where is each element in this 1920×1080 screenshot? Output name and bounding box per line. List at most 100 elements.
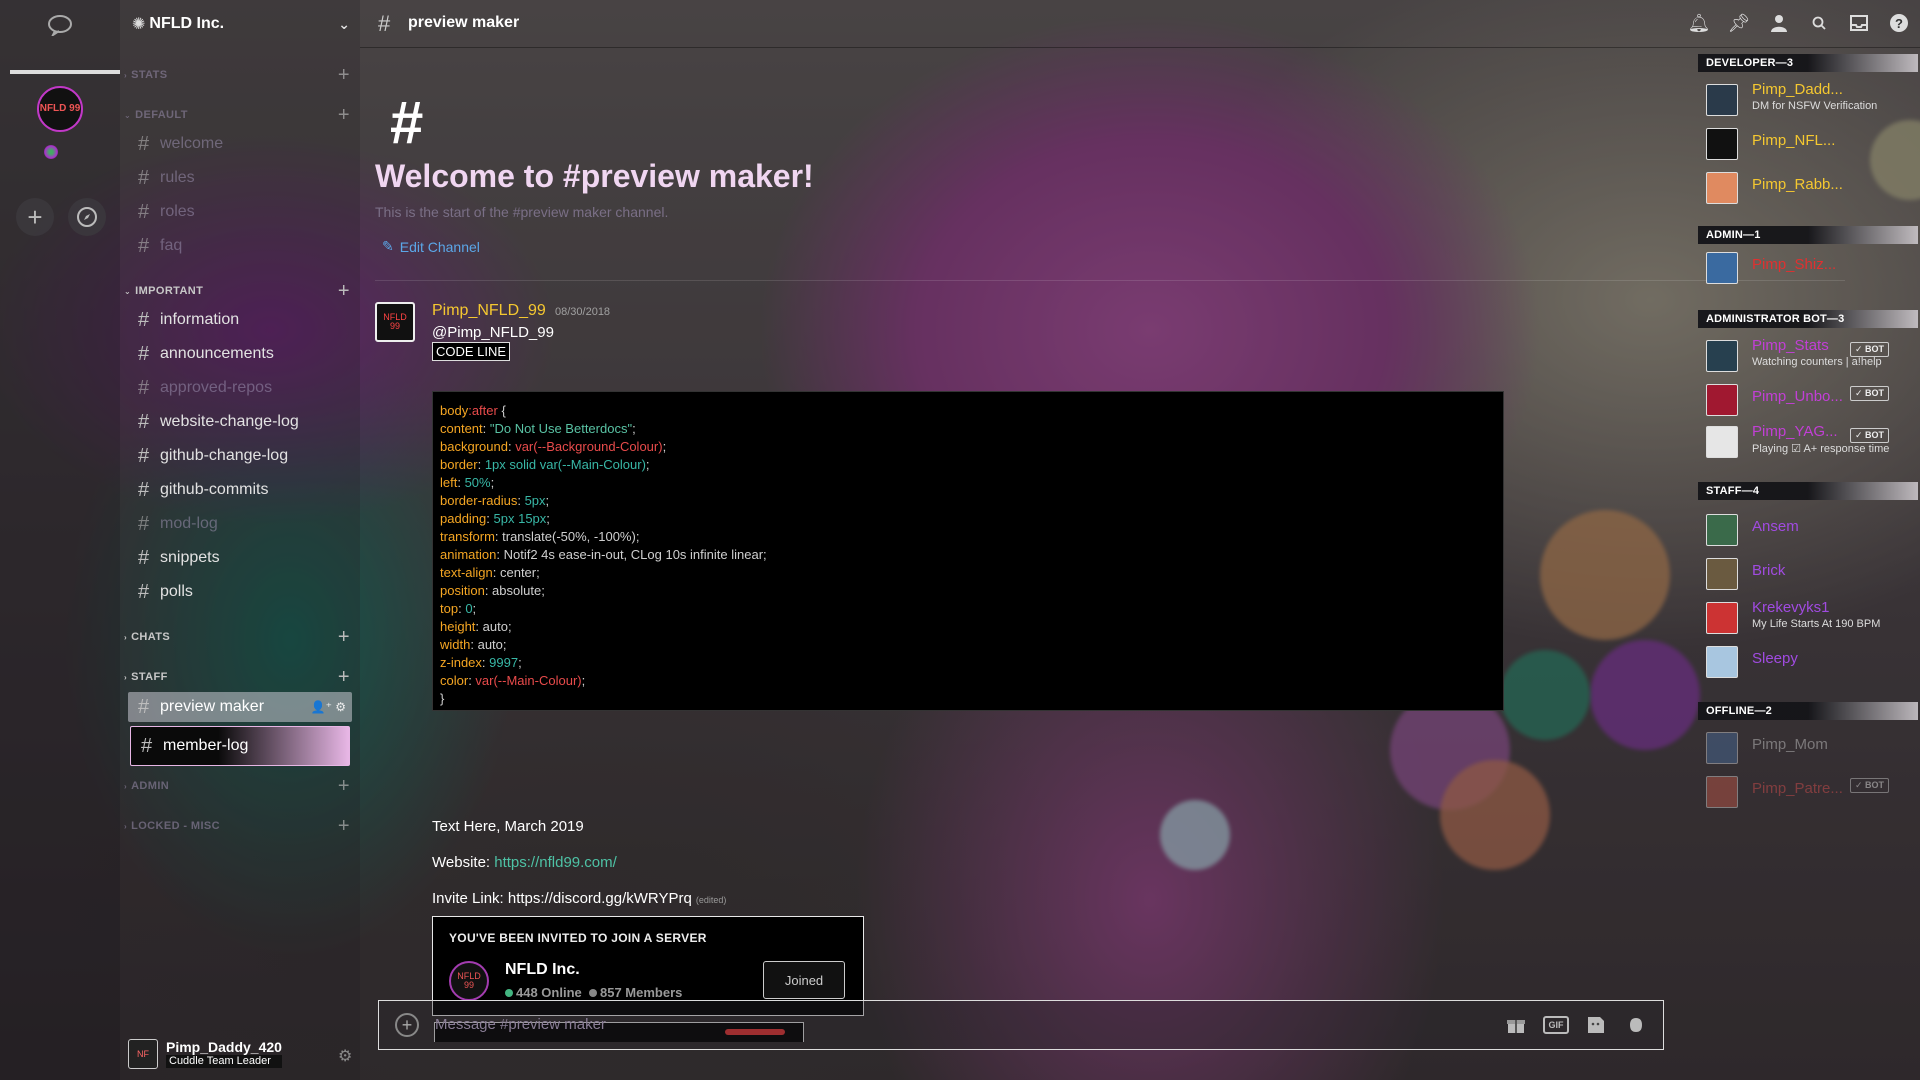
channel-faq[interactable]: # faq [128, 231, 352, 261]
message-composer: + Message #preview maker GIF [378, 1000, 1664, 1050]
category-default[interactable]: ⌄ DEFAULT + [124, 104, 350, 127]
channel-member-log[interactable]: # member-log [130, 726, 350, 766]
channel-title: preview maker [408, 14, 520, 31]
member-item[interactable]: Ansem [1700, 508, 1920, 548]
category-staff[interactable]: › STAFF + [124, 666, 350, 689]
channel-announcements[interactable]: # announcements [128, 339, 352, 369]
message-author[interactable]: Pimp_NFLD_99 [432, 302, 546, 320]
member-item[interactable]: Pimp_Mom [1700, 726, 1920, 766]
channel-snippets[interactable]: # snippets [128, 543, 352, 573]
code-value: auto [477, 637, 503, 652]
add-channel-icon[interactable]: + [338, 815, 350, 838]
avatar[interactable]: NFLD 99 [375, 302, 415, 342]
add-server-button[interactable]: + [16, 198, 54, 236]
explore-compass-icon[interactable] [68, 198, 106, 236]
member-item[interactable]: Pimp_Shiz... [1700, 246, 1920, 286]
member-status: DM for NSFW Verification [1752, 100, 1878, 112]
member-item[interactable]: Pimp_Rabb... [1700, 166, 1920, 206]
member-item[interactable]: Pimp_NFL... [1700, 122, 1920, 162]
help-icon[interactable]: ? [1888, 12, 1910, 34]
channel-rules[interactable]: # rules [128, 163, 352, 193]
member-item[interactable]: Brick [1700, 552, 1920, 592]
avatar [1706, 384, 1738, 416]
channel-github-commits[interactable]: # github-commits [128, 475, 352, 505]
member-name: Krekevyks1 [1752, 599, 1830, 616]
code-property: border [440, 457, 478, 472]
gift-icon[interactable] [1503, 1013, 1529, 1037]
website-link[interactable]: https://nfld99.com/ [494, 854, 617, 871]
chevron-right-icon: › [124, 672, 128, 682]
hash-icon: # [138, 166, 150, 189]
member-item[interactable]: Pimp_Unbo... ✓ BOT [1700, 378, 1920, 418]
channel-information[interactable]: # information [128, 305, 352, 335]
add-channel-icon[interactable]: + [338, 104, 350, 127]
upload-plus-icon[interactable]: + [395, 1013, 419, 1037]
channel-polls[interactable]: # polls [128, 577, 352, 607]
chevron-down-icon[interactable]: ⌄ [338, 16, 350, 33]
channel-website-change-log[interactable]: # website-change-log [128, 407, 352, 437]
member-item[interactable]: Pimp_Stats Watching counters | a!help ✓ BO… [1700, 334, 1920, 374]
channel-label: github-commits [160, 481, 269, 498]
add-channel-icon[interactable]: + [338, 626, 350, 649]
invite-link[interactable]: Invite Link: https://discord.gg/kWRYPrq [432, 890, 692, 907]
channel-label: snippets [160, 549, 220, 566]
guild-header[interactable]: ✺ NFLD Inc. ⌄ [132, 10, 360, 38]
code-colon: : [486, 511, 494, 526]
category-chats[interactable]: › CHATS + [124, 626, 350, 649]
search-icon[interactable] [1808, 12, 1830, 34]
members-icon[interactable] [1768, 12, 1790, 34]
code-semicolon: ; [645, 457, 650, 472]
pencil-icon: ✎ [382, 238, 394, 254]
member-item[interactable]: Pimp_Patre... ✓ BOT [1700, 770, 1920, 810]
member-name: Pimp_Unbo... [1752, 388, 1843, 405]
code-line: animation: Notif2 4s ease-in-out, CLog 1… [440, 546, 1496, 564]
member-item[interactable]: Pimp_Dadd... DM for NSFW Verification [1700, 78, 1920, 118]
member-item[interactable]: Krekevyks1 My Life Starts At 190 BPM [1700, 596, 1920, 636]
pin-icon[interactable]: 📌︎ [1728, 12, 1751, 34]
category-label: STAFF [131, 671, 168, 683]
code-property: top [440, 601, 459, 616]
edit-channel-link[interactable]: ✎ Edit Channel [382, 238, 480, 255]
inbox-icon[interactable] [1848, 12, 1870, 34]
member-item[interactable]: Pimp_YAG... Playing ☑ A+ response time ✓ B… [1700, 420, 1920, 460]
mention[interactable]: @Pimp_NFLD_99 [432, 324, 554, 341]
member-item[interactable]: Sleepy [1700, 640, 1920, 680]
category-important[interactable]: ⌄ IMPORTANT + [124, 280, 350, 303]
gif-button[interactable]: GIF [1543, 1016, 1569, 1034]
invite-settings-icons[interactable]: 👤⁺ ⚙ [311, 700, 346, 714]
add-channel-icon[interactable]: + [338, 775, 350, 798]
rail-divider [10, 70, 120, 74]
channel-preview-maker[interactable]: # preview maker 👤⁺ ⚙ [128, 692, 352, 722]
joined-button[interactable]: Joined [763, 961, 845, 999]
channel-label: github-change-log [160, 447, 289, 464]
gear-icon[interactable]: ⚙ [338, 1046, 352, 1066]
channel-github-change-log[interactable]: # github-change-log [128, 441, 352, 471]
avatar[interactable]: NF [128, 1039, 158, 1069]
category-stats[interactable]: › STATS + [124, 64, 350, 87]
chevron-right-icon: › [124, 821, 128, 831]
sticker-icon[interactable] [1583, 1013, 1609, 1037]
add-channel-icon[interactable]: + [338, 666, 350, 689]
member-name: Pimp_Patre... [1752, 780, 1843, 797]
member-status: My Life Starts At 190 BPM [1752, 618, 1881, 630]
server-icon-nfld[interactable]: NFLD 99 [37, 86, 83, 132]
chat-bubble-icon[interactable] [47, 14, 73, 36]
category-locked-misc[interactable]: › LOCKED - MISC + [124, 815, 350, 838]
hash-icon: # [390, 89, 424, 156]
avatar [1706, 340, 1738, 372]
channel-welcome[interactable]: # welcome [128, 129, 352, 159]
message-input[interactable]: Message #preview maker [435, 1016, 606, 1033]
channel-roles[interactable]: # roles [128, 197, 352, 227]
role-header: ADMINISTRATOR BOT—3 [1698, 310, 1918, 328]
add-channel-icon[interactable]: + [338, 280, 350, 303]
channel-approved-repos[interactable]: # approved-repos [128, 373, 352, 403]
channel-mod-log[interactable]: # mod-log [128, 509, 352, 539]
code-property: animation [440, 547, 497, 562]
member-name: Pimp_Dadd... [1752, 81, 1843, 98]
code-semicolon: ; [662, 439, 667, 454]
server-dot[interactable] [44, 145, 58, 159]
bell-icon[interactable]: 🔔︎ [1688, 12, 1711, 34]
emoji-icon[interactable] [1623, 1013, 1649, 1037]
add-channel-icon[interactable]: + [338, 64, 350, 87]
category-admin[interactable]: › ADMIN + [124, 775, 350, 798]
